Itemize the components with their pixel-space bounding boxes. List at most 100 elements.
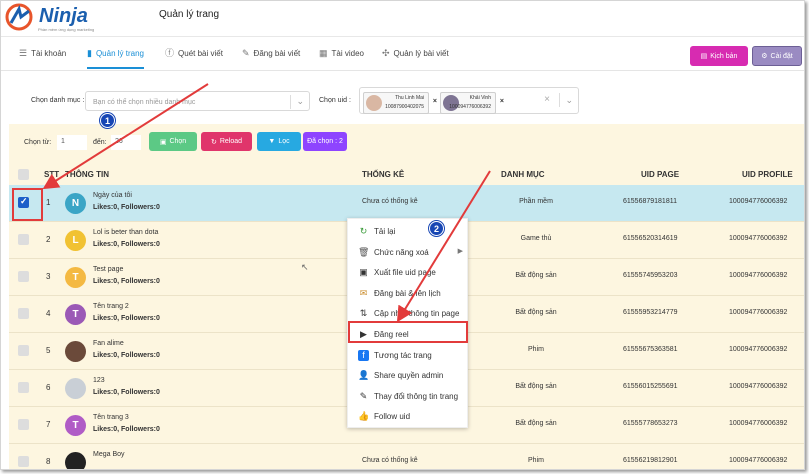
page-stats: Chưa có thống kê	[362, 457, 418, 464]
script-icon: ▤	[700, 53, 708, 60]
script-button-label: Kịch bản	[710, 52, 738, 60]
menu-item-label: Xuất file uid page	[374, 268, 436, 278]
menu-item-trash[interactable]: 🗑 Chức năng xoá ▶	[348, 242, 469, 263]
row-checkbox[interactable]	[18, 382, 29, 393]
page-likes: Likes:0, Followers:0	[93, 315, 160, 322]
edit-icon: ✎	[242, 48, 250, 58]
row-stt: 1	[46, 198, 51, 207]
menu-item-label: Đăng bài & lên lịch	[374, 288, 441, 298]
row-checkbox[interactable]	[18, 271, 29, 282]
filter-button[interactable]: ▼ Lọc	[257, 132, 301, 151]
close-icon[interactable]: ×	[433, 98, 437, 105]
uid-select[interactable]: Thu Linh Mai 10087900402075 × Khải Vinh …	[359, 87, 579, 114]
uid-profile: 100094776006392	[729, 457, 788, 464]
menu-item-export[interactable]: ▣ Xuất file uid page	[348, 262, 469, 283]
page-category: Phần mềm	[519, 198, 553, 205]
tab-scan-posts[interactable]: ⓕ Quét bài viết	[165, 49, 223, 69]
close-icon[interactable]: ×	[500, 98, 504, 105]
selected-count-button[interactable]: Đã chọn : 2	[303, 132, 347, 151]
uid-profile: 100094776006392	[729, 420, 788, 427]
page-category: Bất động sản	[515, 383, 557, 390]
tab-post-articles[interactable]: ✎ Đăng bài viết	[242, 49, 300, 69]
uid-profile: 100094776006392	[729, 198, 788, 205]
category-select[interactable]: Bạn có thể chọn nhiều danh mục ⌄	[85, 91, 310, 111]
menu-item-label: Chức năng xoá	[374, 247, 429, 257]
row-stt: 2	[46, 235, 51, 244]
uid-page: 61555778653273	[623, 420, 678, 427]
selected-count-label: Đã chọn : 2	[307, 138, 343, 145]
schedule-icon: ✉	[359, 287, 368, 298]
uid-chip: Thu Linh Mai 10087900402075 ×	[363, 92, 437, 114]
step-2-badge: 2	[429, 221, 444, 236]
uid-chip-id: 100094776006392	[449, 104, 491, 110]
page-name: Ngày của tôi	[93, 192, 132, 199]
uid-label: Chọn uid :	[319, 97, 351, 104]
menu-item-schedule[interactable]: ✉ Đăng bài & lên lịch	[348, 283, 469, 304]
row-checkbox[interactable]	[18, 234, 29, 245]
table-header: STT THÔNG TIN THỐNG KÊ DANH MỤC UID PAGE…	[9, 163, 804, 185]
choose-button[interactable]: ▣ Chọn	[149, 132, 197, 151]
row-checkbox[interactable]	[18, 345, 29, 356]
check-icon: ▣	[159, 138, 167, 146]
menu-item-refresh[interactable]: ↻ Tải lại	[348, 221, 469, 242]
highlight-checkbox	[12, 188, 43, 221]
uid-page: 61556520314619	[623, 235, 678, 242]
menu-item-like[interactable]: 👍 Follow uid	[348, 406, 469, 427]
from-input[interactable]: 1	[57, 135, 87, 150]
avatar	[366, 95, 382, 111]
header-category: DANH MỤC	[501, 170, 545, 179]
tab-accounts[interactable]: ☰ Tài khoản	[19, 49, 66, 69]
table-row[interactable]: 8 Mega Boy Chưa có thống kê Phim 61556219812…	[9, 444, 804, 469]
tab-page-management[interactable]: ▮ Quản lý trang	[87, 49, 144, 69]
row-checkbox[interactable]	[18, 456, 29, 467]
top-bar: Ninja Phần mềm ứng dụng marketing Quản l…	[1, 1, 804, 37]
uid-page: 61555675363581	[623, 346, 678, 353]
uid-page: 61556015255691	[623, 383, 678, 390]
ninja-logo-icon	[5, 3, 33, 31]
from-label: Chọn từ:	[24, 139, 52, 146]
step-1-badge: 1	[100, 113, 115, 128]
menu-item-admin[interactable]: 👤 Share quyền admin	[348, 365, 469, 386]
avatar: T	[65, 415, 86, 436]
reload-button[interactable]: ↻ Reload	[201, 132, 252, 151]
settings-button[interactable]: ⚙ Cài đặt	[752, 46, 802, 66]
page-category: Bất động sản	[515, 420, 557, 427]
brand-name: Ninja	[39, 5, 88, 27]
settings-button-label: Cài đặt	[770, 52, 793, 60]
page-likes: Likes:0, Followers:0	[93, 352, 160, 359]
menu-item-label: Follow uid	[374, 412, 411, 422]
row-checkbox[interactable]	[18, 419, 29, 430]
to-label: đến:	[93, 139, 107, 146]
table-row[interactable]: 1 N Ngày của tôi Likes:0, Followers:0 Chưa c…	[9, 185, 804, 222]
row-stt: 7	[46, 420, 51, 429]
filter-bar: Chọn danh mục : Bạn có thể chọn nhiều da…	[1, 79, 804, 119]
avatar	[65, 452, 86, 469]
script-button[interactable]: ▤ Kịch bản	[690, 46, 748, 66]
update-icon: ⇅	[359, 308, 368, 319]
page-title: Quản lý trang	[159, 9, 220, 20]
refresh-icon: ↻	[210, 138, 217, 146]
tab-label: Quản lý bài viết	[393, 49, 449, 58]
clear-icon[interactable]: ×	[544, 94, 550, 105]
video-icon: ▦	[319, 48, 328, 58]
menu-item-facebook[interactable]: f Tương tác trang	[348, 345, 469, 366]
refresh-icon: ↻	[359, 226, 368, 236]
select-all-checkbox[interactable]	[18, 169, 29, 180]
page-category: Bất động sản	[515, 272, 557, 279]
tab-post-management[interactable]: ✣ Quản lý bài viết	[382, 49, 449, 69]
uid-profile: 100094776006392	[729, 346, 788, 353]
to-input[interactable]: 26	[111, 135, 141, 150]
uid-page: 61555953214779	[623, 309, 678, 316]
avatar: T	[65, 304, 86, 325]
menu-item-label: Cập nhật thông tin page	[374, 309, 460, 319]
page-likes: Likes:0, Followers:0	[93, 204, 160, 211]
menu-item-info[interactable]: ✎ Thay đổi thông tin trang	[348, 386, 469, 407]
uid-profile: 100094776006392	[729, 383, 788, 390]
tab-label: Quản lý trang	[95, 49, 144, 58]
tab-video[interactable]: ▦ Tài video	[319, 49, 364, 69]
brand-tagline: Phần mềm ứng dụng marketing	[38, 27, 95, 32]
facebook-icon: f	[358, 349, 369, 361]
uid-chip-id: 10087900402075	[385, 104, 424, 110]
puzzle-icon: ✣	[382, 48, 390, 58]
row-checkbox[interactable]	[18, 308, 29, 319]
